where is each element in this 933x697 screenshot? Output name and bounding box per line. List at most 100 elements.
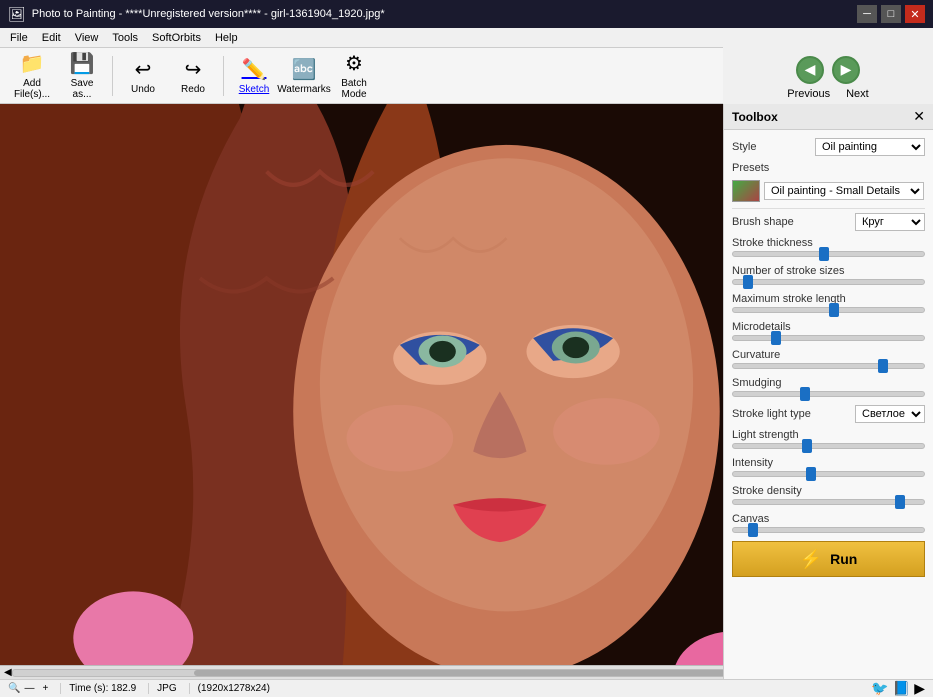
stroke-sizes-thumb[interactable]	[743, 275, 753, 289]
brush-shape-label: Brush shape	[732, 216, 794, 228]
add-files-label: Add File(s)...	[14, 78, 50, 100]
microdetails-thumb[interactable]	[771, 331, 781, 345]
canvas-thumb[interactable]	[748, 523, 758, 537]
scroll-left-arrow[interactable]: ◀	[4, 667, 12, 678]
watermarks-button[interactable]: 🔤 Watermarks	[280, 52, 328, 100]
sketch-icon: ✏️	[242, 57, 267, 82]
stroke-density-track[interactable]	[732, 499, 925, 505]
add-files-button[interactable]: 📁 Add File(s)...	[8, 52, 56, 100]
stroke-thickness-container: Stroke thickness	[732, 237, 925, 257]
light-strength-thumb[interactable]	[802, 439, 812, 453]
previous-button[interactable]: ◀	[796, 56, 824, 84]
undo-button[interactable]: ↩ Undo	[119, 52, 167, 100]
close-button[interactable]: ✕	[905, 5, 925, 23]
stroke-sizes-container: Number of stroke sizes	[732, 265, 925, 285]
intensity-track[interactable]	[732, 471, 925, 477]
max-stroke-container: Maximum stroke length	[732, 293, 925, 313]
style-label: Style	[732, 141, 756, 153]
status-zoom: 🔍 — +	[8, 683, 48, 694]
menu-help[interactable]: Help	[209, 30, 244, 46]
menu-tools[interactable]: Tools	[106, 30, 144, 46]
format-status: JPG	[148, 683, 184, 694]
batch-mode-button[interactable]: ⚙ Batch Mode	[330, 52, 378, 100]
separator-1	[112, 56, 113, 96]
preset-select[interactable]: Oil painting - Small Details	[764, 182, 924, 200]
style-row: Style Oil painting	[732, 138, 925, 156]
watermarks-icon: 🔤	[292, 57, 317, 82]
intensity-thumb[interactable]	[806, 467, 816, 481]
app-icon: 🖼	[8, 6, 26, 23]
add-files-icon: 📁	[20, 51, 45, 76]
smudging-thumb[interactable]	[800, 387, 810, 401]
light-strength-track[interactable]	[732, 443, 925, 449]
sketch-button[interactable]: ✏️ Sketch	[230, 52, 278, 100]
presets-select-row: Oil painting - Small Details	[732, 180, 925, 202]
microdetails-track[interactable]	[732, 335, 925, 341]
stroke-sizes-track[interactable]	[732, 279, 925, 285]
brush-shape-select[interactable]: Круг	[855, 213, 925, 231]
presets-row: Presets	[732, 162, 925, 174]
max-stroke-thumb[interactable]	[829, 303, 839, 317]
toolbox-panel: Toolbox ✕ Style Oil painting Presets Oil…	[723, 104, 933, 679]
save-icon: 💾	[70, 51, 95, 76]
separator-2	[223, 56, 224, 96]
stroke-density-thumb[interactable]	[895, 495, 905, 509]
title-bar: 🖼 Photo to Painting - ****Unregistered v…	[0, 0, 933, 28]
menu-softorbits[interactable]: SoftOrbits	[146, 30, 207, 46]
canvas-track[interactable]	[732, 527, 925, 533]
social-icon-2[interactable]: 📘	[893, 680, 910, 697]
stroke-light-label: Stroke light type	[732, 408, 811, 420]
sketch-label: Sketch	[239, 84, 270, 95]
redo-button[interactable]: ↪ Redo	[169, 52, 217, 100]
curvature-track[interactable]	[732, 363, 925, 369]
light-strength-label: Light strength	[732, 429, 925, 441]
curvature-thumb[interactable]	[878, 359, 888, 373]
divider-1	[732, 208, 925, 209]
watermarks-label: Watermarks	[277, 84, 331, 95]
undo-icon: ↩	[135, 57, 152, 82]
scroll-thumb[interactable]	[194, 670, 739, 676]
status-bar: 🔍 — + Time (s): 182.9 JPG (1920x1278x24)…	[0, 679, 933, 697]
next-button[interactable]: ▶	[832, 56, 860, 84]
save-as-button[interactable]: 💾 Save as...	[58, 52, 106, 100]
toolbox-header: Toolbox ✕	[724, 104, 933, 130]
undo-label: Undo	[131, 84, 155, 95]
style-select[interactable]: Oil painting	[815, 138, 925, 156]
microdetails-label: Microdetails	[732, 321, 925, 333]
stroke-thickness-track[interactable]	[732, 251, 925, 257]
toolbox-title: Toolbox	[732, 110, 778, 124]
toolbox-content: Style Oil painting Presets Oil painting …	[724, 130, 933, 679]
previous-label: Previous	[787, 88, 830, 100]
menu-file[interactable]: File	[4, 30, 34, 46]
toolbox-close-button[interactable]: ✕	[913, 108, 925, 125]
stroke-light-select[interactable]: Светлое	[855, 405, 925, 423]
next-label: Next	[846, 88, 869, 100]
maximize-button[interactable]: □	[881, 5, 901, 23]
minimize-button[interactable]: ─	[857, 5, 877, 23]
curvature-container: Curvature	[732, 349, 925, 369]
zoom-icon: 🔍	[8, 683, 20, 694]
run-button[interactable]: ⚡ Run	[732, 541, 925, 577]
light-strength-container: Light strength	[732, 429, 925, 449]
max-stroke-track[interactable]	[732, 307, 925, 313]
menu-view[interactable]: View	[69, 30, 105, 46]
presets-label: Presets	[732, 162, 769, 174]
run-label: Run	[830, 551, 857, 567]
smudging-track[interactable]	[732, 391, 925, 397]
canvas-label: Canvas	[732, 513, 925, 525]
prev-icon: ◀	[805, 61, 816, 78]
microdetails-container: Microdetails	[732, 321, 925, 341]
redo-icon: ↪	[185, 57, 202, 82]
smudging-label: Smudging	[732, 377, 925, 389]
social-icon-1[interactable]: 🐦	[871, 680, 888, 697]
stroke-thickness-thumb[interactable]	[819, 247, 829, 261]
menu-edit[interactable]: Edit	[36, 30, 67, 46]
intensity-container: Intensity	[732, 457, 925, 477]
curvature-label: Curvature	[732, 349, 925, 361]
batch-mode-label: Batch Mode	[341, 78, 367, 100]
status-icons: 🐦 📘 ▶	[871, 680, 925, 697]
redo-label: Redo	[181, 84, 205, 95]
presets-icon	[732, 180, 760, 202]
social-icon-3[interactable]: ▶	[914, 680, 925, 697]
next-icon: ▶	[841, 61, 852, 78]
